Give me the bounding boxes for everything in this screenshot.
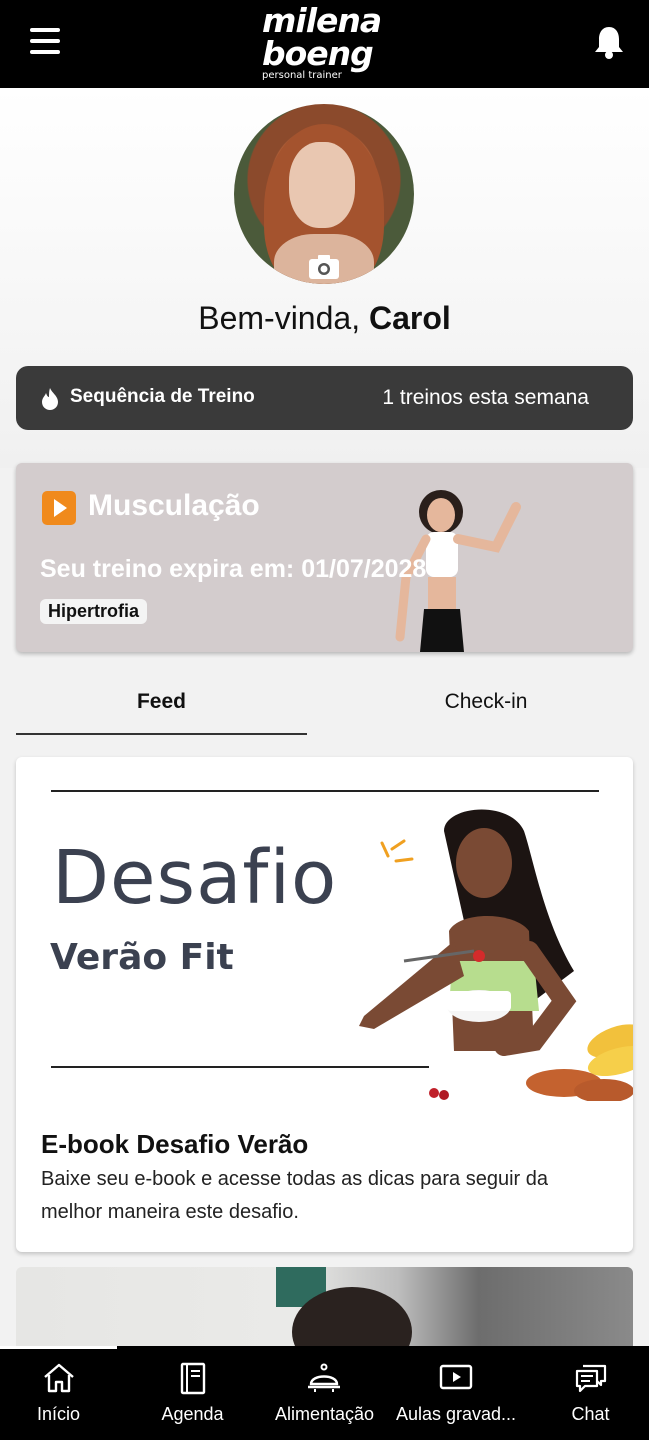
nav-item-inicio[interactable]: Início — [0, 1346, 117, 1440]
banner-title: Desafio — [52, 835, 338, 921]
post-description: Baixe seu e-book e acesse todas as dicas… — [41, 1168, 548, 1223]
streak-label: Sequência de Treino — [70, 386, 255, 407]
feed-post[interactable]: Desafio Verão Fit E-book Desafio Verão B… — [16, 757, 633, 1252]
nav-label: Alimentação — [274, 1404, 375, 1424]
greeting-text: Bem-vinda, — [198, 300, 369, 336]
nav-label: Agenda — [161, 1404, 224, 1424]
workout-expiry: Seu treino expira em: 01/07/2028 — [40, 555, 427, 583]
nav-item-chat[interactable]: Chat — [532, 1346, 649, 1440]
camera-icon[interactable] — [308, 254, 340, 280]
hamburger-menu-icon[interactable] — [30, 28, 60, 54]
banner-divider — [51, 790, 599, 792]
nav-label: Início — [36, 1404, 81, 1424]
nav-item-alimentacao[interactable]: Alimentação — [266, 1346, 383, 1440]
brand-line2: boeng — [262, 34, 374, 73]
streak-count: 1 treinos esta semana — [382, 386, 589, 409]
home-icon — [44, 1363, 74, 1393]
user-name: Carol — [368, 300, 451, 336]
brand-line1: milena — [262, 1, 382, 40]
feed-post[interactable] — [16, 1267, 633, 1357]
welcome-greeting: Bem-vinda, Carol — [0, 300, 649, 337]
nav-item-aulas-gravadas[interactable]: Aulas gravad... — [392, 1346, 520, 1440]
food-cloche-icon — [308, 1363, 340, 1392]
agenda-book-icon — [180, 1362, 206, 1395]
nav-label: Chat — [571, 1404, 610, 1424]
banner-subtitle: Verão Fit — [50, 937, 234, 978]
nav-item-agenda[interactable]: Agenda — [134, 1346, 251, 1440]
post-title: E-book Desafio Verão — [41, 1129, 309, 1159]
workout-card[interactable]: Musculação Seu treino expira em: 01/07/2… — [16, 463, 633, 652]
flame-icon — [42, 388, 58, 410]
tab-active-indicator — [16, 733, 307, 735]
workout-title: Musculação — [88, 489, 260, 522]
tab-check-in[interactable]: Check-in — [340, 690, 632, 714]
play-icon — [42, 491, 76, 525]
workout-tag: Hipertrofia — [40, 599, 148, 624]
nav-label: Aulas gravad... — [395, 1404, 517, 1424]
brand-tagline: personal trainer — [262, 70, 342, 81]
bell-icon[interactable] — [592, 24, 626, 60]
video-play-icon — [439, 1364, 473, 1390]
chat-bubbles-icon — [575, 1364, 607, 1393]
tab-feed[interactable]: Feed — [16, 690, 307, 714]
banner-photo — [359, 809, 633, 1101]
brand-logo: milena boeng personal trainer — [262, 4, 402, 81]
